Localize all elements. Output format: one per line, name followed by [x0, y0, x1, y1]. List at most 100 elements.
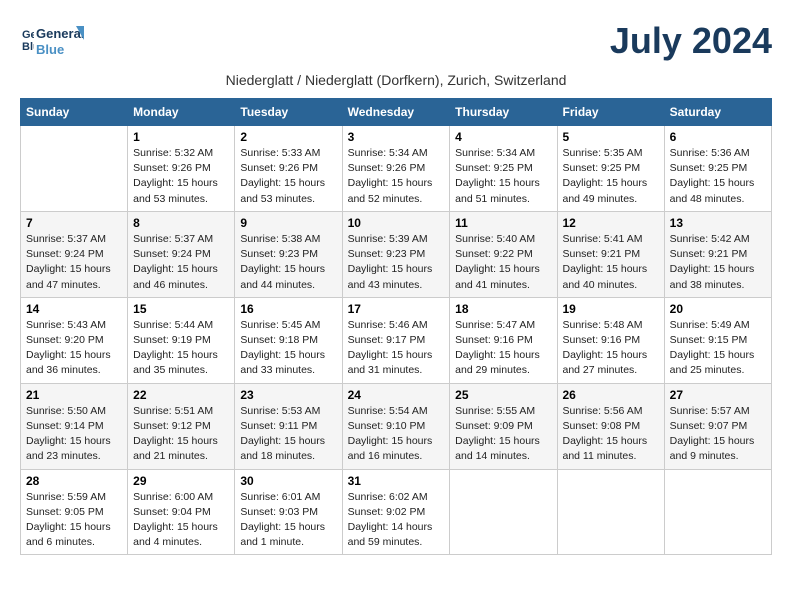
day-info: Sunrise: 5:34 AM Sunset: 9:26 PM Dayligh… [348, 146, 445, 207]
day-info: Sunrise: 5:59 AM Sunset: 9:05 PM Dayligh… [26, 490, 122, 551]
day-info: Sunrise: 5:41 AM Sunset: 9:21 PM Dayligh… [563, 232, 659, 293]
day-number: 27 [670, 388, 766, 402]
day-number: 16 [240, 302, 336, 316]
day-info: Sunrise: 6:00 AM Sunset: 9:04 PM Dayligh… [133, 490, 229, 551]
day-info: Sunrise: 5:37 AM Sunset: 9:24 PM Dayligh… [26, 232, 122, 293]
day-info: Sunrise: 5:54 AM Sunset: 9:10 PM Dayligh… [348, 404, 445, 465]
calendar-cell: 14Sunrise: 5:43 AM Sunset: 9:20 PM Dayli… [21, 297, 128, 383]
day-number: 8 [133, 216, 229, 230]
calendar-cell: 24Sunrise: 5:54 AM Sunset: 9:10 PM Dayli… [342, 383, 450, 469]
day-info: Sunrise: 5:49 AM Sunset: 9:15 PM Dayligh… [670, 318, 766, 379]
day-info: Sunrise: 5:37 AM Sunset: 9:24 PM Dayligh… [133, 232, 229, 293]
calendar-table: SundayMondayTuesdayWednesdayThursdayFrid… [20, 98, 772, 555]
day-info: Sunrise: 5:34 AM Sunset: 9:25 PM Dayligh… [455, 146, 551, 207]
day-number: 18 [455, 302, 551, 316]
day-number: 17 [348, 302, 445, 316]
day-number: 2 [240, 130, 336, 144]
day-number: 23 [240, 388, 336, 402]
day-info: Sunrise: 5:40 AM Sunset: 9:22 PM Dayligh… [455, 232, 551, 293]
day-number: 6 [670, 130, 766, 144]
day-info: Sunrise: 5:57 AM Sunset: 9:07 PM Dayligh… [670, 404, 766, 465]
day-info: Sunrise: 5:35 AM Sunset: 9:25 PM Dayligh… [563, 146, 659, 207]
calendar-cell [21, 126, 128, 212]
day-info: Sunrise: 5:39 AM Sunset: 9:23 PM Dayligh… [348, 232, 445, 293]
day-info: Sunrise: 5:50 AM Sunset: 9:14 PM Dayligh… [26, 404, 122, 465]
calendar-cell: 8 Sunrise: 5:37 AM Sunset: 9:24 PM Daylig… [128, 211, 235, 297]
day-info: Sunrise: 5:56 AM Sunset: 9:08 PM Dayligh… [563, 404, 659, 465]
day-number: 25 [455, 388, 551, 402]
calendar-cell: 30 Sunrise: 6:01 AM Sunset: 9:03 PM Dayli… [235, 469, 342, 555]
day-number: 9 [240, 216, 336, 230]
calendar-cell: 16 Sunrise: 5:45 AM Sunset: 9:18 PM Dayli… [235, 297, 342, 383]
day-number: 29 [133, 474, 229, 488]
day-info: Sunrise: 5:55 AM Sunset: 9:09 PM Dayligh… [455, 404, 551, 465]
calendar-week-5: 28 Sunrise: 5:59 AM Sunset: 9:05 PM Dayli… [21, 469, 772, 555]
day-number: 15 [133, 302, 229, 316]
day-info: Sunrise: 5:33 AM Sunset: 9:26 PM Dayligh… [240, 146, 336, 207]
calendar-cell: 12 Sunrise: 5:41 AM Sunset: 9:21 PM Dayli… [557, 211, 664, 297]
calendar-cell: 7Sunrise: 5:37 AM Sunset: 9:24 PM Daylig… [21, 211, 128, 297]
calendar-cell: 26 Sunrise: 5:56 AM Sunset: 9:08 PM Dayli… [557, 383, 664, 469]
calendar-week-2: 7Sunrise: 5:37 AM Sunset: 9:24 PM Daylig… [21, 211, 772, 297]
day-info: Sunrise: 5:47 AM Sunset: 9:16 PM Dayligh… [455, 318, 551, 379]
day-info: Sunrise: 5:32 AM Sunset: 9:26 PM Dayligh… [133, 146, 229, 207]
calendar-cell: 6 Sunrise: 5:36 AM Sunset: 9:25 PM Daylig… [664, 126, 771, 212]
calendar-cell: 5 Sunrise: 5:35 AM Sunset: 9:25 PM Daylig… [557, 126, 664, 212]
calendar-cell: 9Sunrise: 5:38 AM Sunset: 9:23 PM Daylig… [235, 211, 342, 297]
weekday-header-friday: Friday [557, 99, 664, 126]
calendar-cell: 19Sunrise: 5:48 AM Sunset: 9:16 PM Dayli… [557, 297, 664, 383]
day-number: 5 [563, 130, 659, 144]
calendar-cell: 11 Sunrise: 5:40 AM Sunset: 9:22 PM Dayli… [450, 211, 557, 297]
calendar-cell: 15Sunrise: 5:44 AM Sunset: 9:19 PM Dayli… [128, 297, 235, 383]
calendar-cell: 23 Sunrise: 5:53 AM Sunset: 9:11 PM Dayli… [235, 383, 342, 469]
day-info: Sunrise: 5:45 AM Sunset: 9:18 PM Dayligh… [240, 318, 336, 379]
day-number: 26 [563, 388, 659, 402]
calendar-cell: 22 Sunrise: 5:51 AM Sunset: 9:12 PM Dayli… [128, 383, 235, 469]
day-info: Sunrise: 6:01 AM Sunset: 9:03 PM Dayligh… [240, 490, 336, 551]
weekday-header-thursday: Thursday [450, 99, 557, 126]
day-number: 28 [26, 474, 122, 488]
calendar-cell [557, 469, 664, 555]
day-info: Sunrise: 6:02 AM Sunset: 9:02 PM Dayligh… [348, 490, 445, 551]
calendar-cell: 25 Sunrise: 5:55 AM Sunset: 9:09 PM Dayli… [450, 383, 557, 469]
day-number: 12 [563, 216, 659, 230]
calendar-cell: 29 Sunrise: 6:00 AM Sunset: 9:04 PM Dayli… [128, 469, 235, 555]
day-info: Sunrise: 5:53 AM Sunset: 9:11 PM Dayligh… [240, 404, 336, 465]
calendar-cell [664, 469, 771, 555]
calendar-cell: 18 Sunrise: 5:47 AM Sunset: 9:16 PM Dayli… [450, 297, 557, 383]
calendar-cell: 1 Sunrise: 5:32 AM Sunset: 9:26 PM Daylig… [128, 126, 235, 212]
day-number: 21 [26, 388, 122, 402]
calendar-cell [450, 469, 557, 555]
day-info: Sunrise: 5:51 AM Sunset: 9:12 PM Dayligh… [133, 404, 229, 465]
title-section: July 2024 [610, 20, 772, 62]
weekday-header-sunday: Sunday [21, 99, 128, 126]
day-number: 1 [133, 130, 229, 144]
day-info: Sunrise: 5:42 AM Sunset: 9:21 PM Dayligh… [670, 232, 766, 293]
calendar-week-1: 1 Sunrise: 5:32 AM Sunset: 9:26 PM Daylig… [21, 126, 772, 212]
svg-text:General: General [36, 26, 84, 41]
day-number: 22 [133, 388, 229, 402]
day-info: Sunrise: 5:36 AM Sunset: 9:25 PM Dayligh… [670, 146, 766, 207]
calendar-week-4: 21 Sunrise: 5:50 AM Sunset: 9:14 PM Dayli… [21, 383, 772, 469]
weekday-header-saturday: Saturday [664, 99, 771, 126]
calendar-cell: 3 Sunrise: 5:34 AM Sunset: 9:26 PM Daylig… [342, 126, 450, 212]
calendar-cell: 20 Sunrise: 5:49 AM Sunset: 9:15 PM Dayli… [664, 297, 771, 383]
day-info: Sunrise: 5:48 AM Sunset: 9:16 PM Dayligh… [563, 318, 659, 379]
calendar-cell: 4 Sunrise: 5:34 AM Sunset: 9:25 PM Daylig… [450, 126, 557, 212]
day-number: 20 [670, 302, 766, 316]
calendar-cell: 28 Sunrise: 5:59 AM Sunset: 9:05 PM Dayli… [21, 469, 128, 555]
day-number: 4 [455, 130, 551, 144]
day-number: 10 [348, 216, 445, 230]
weekday-header-tuesday: Tuesday [235, 99, 342, 126]
day-number: 31 [348, 474, 445, 488]
calendar-cell: 2 Sunrise: 5:33 AM Sunset: 9:26 PM Daylig… [235, 126, 342, 212]
weekday-header-wednesday: Wednesday [342, 99, 450, 126]
day-number: 3 [348, 130, 445, 144]
month-year-title: July 2024 [610, 20, 772, 62]
day-number: 13 [670, 216, 766, 230]
day-number: 11 [455, 216, 551, 230]
logo-graphic: General Blue [34, 22, 84, 60]
logo: General Blue General Blue [20, 20, 84, 60]
day-info: Sunrise: 5:43 AM Sunset: 9:20 PM Dayligh… [26, 318, 122, 379]
day-number: 30 [240, 474, 336, 488]
